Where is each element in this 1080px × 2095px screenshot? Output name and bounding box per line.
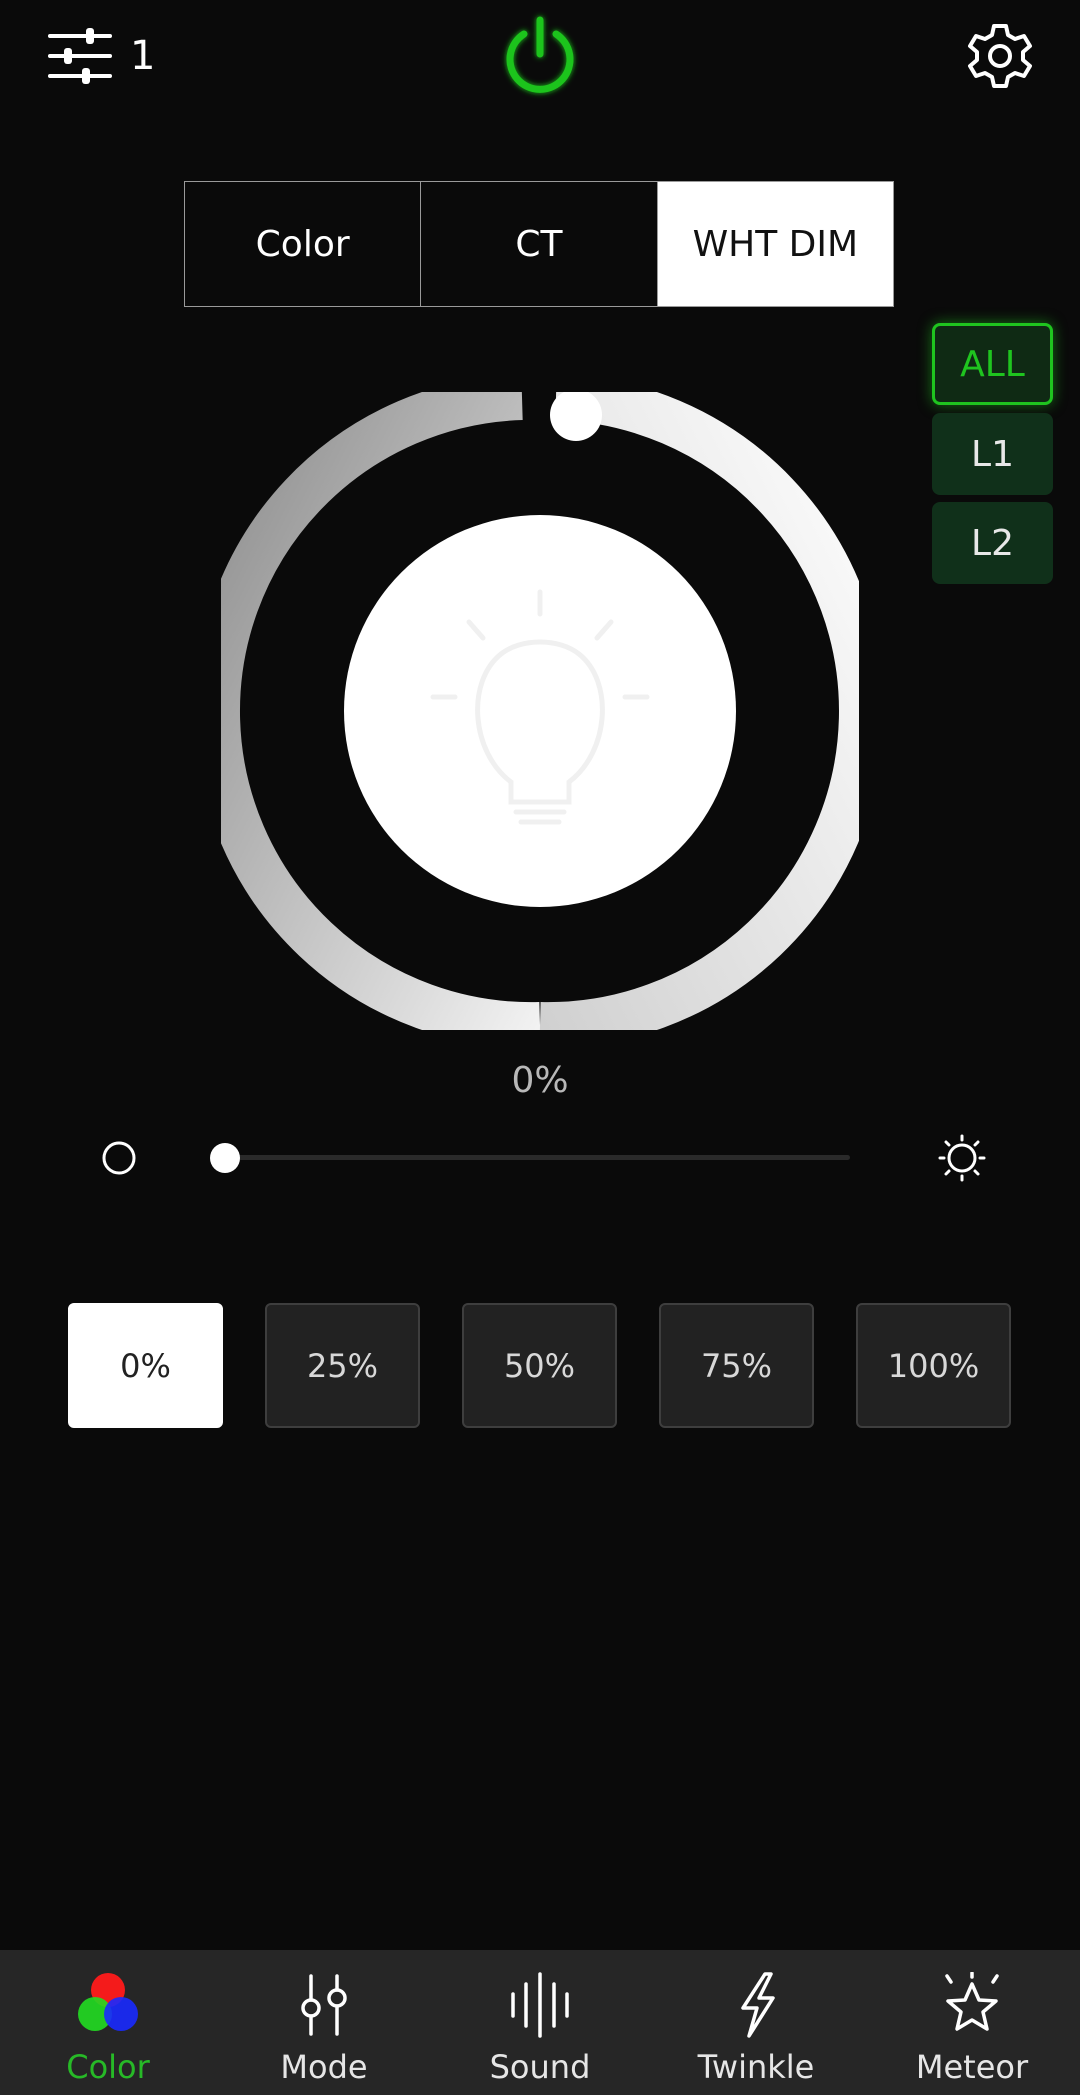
nav-color-label: Color: [66, 2048, 150, 2086]
tab-ct[interactable]: CT: [420, 182, 656, 306]
nav-color[interactable]: Color: [0, 1950, 216, 2095]
nav-sound-label: Sound: [489, 2048, 591, 2086]
sun-icon: [937, 1133, 987, 1183]
preset-50-button[interactable]: 50%: [462, 1303, 617, 1428]
settings-gear-icon[interactable]: [964, 20, 1036, 92]
zone-all-button[interactable]: ALL: [932, 323, 1053, 405]
brightness-slider-thumb[interactable]: [210, 1143, 240, 1173]
rgb-circles-icon: [78, 1973, 138, 2031]
nav-meteor-label: Meteor: [915, 2048, 1029, 2086]
nav-twinkle[interactable]: Twinkle: [648, 1950, 864, 2095]
nav-mode[interactable]: Mode: [216, 1950, 432, 2095]
brightness-dial[interactable]: [193, 374, 886, 1049]
preset-75-button[interactable]: 75%: [659, 1303, 814, 1428]
nav-meteor[interactable]: Meteor: [864, 1950, 1080, 2095]
tab-wht-dim[interactable]: WHT DIM: [656, 182, 893, 306]
nav-sound[interactable]: Sound: [432, 1950, 648, 2095]
dim-circle-icon: [99, 1138, 139, 1178]
light-preview-disc: [344, 515, 736, 907]
lightning-icon: [741, 1972, 775, 2038]
sound-wave-icon: [511, 1972, 569, 2038]
nav-twinkle-label: Twinkle: [697, 2048, 815, 2086]
group-number: 1: [130, 33, 156, 79]
brightness-value: 0%: [511, 1060, 569, 1101]
zone-l1-button[interactable]: L1: [932, 413, 1053, 495]
power-button[interactable]: [494, 10, 586, 102]
dial-handle[interactable]: [550, 389, 602, 441]
mode-tabs: Color CT WHT DIM: [184, 181, 894, 307]
tab-color[interactable]: Color: [185, 182, 420, 306]
app-root: 1 Color CT WHT DIM ALL L1 L2 0% 0% 25% 5…: [0, 0, 1080, 2095]
filter-sliders-icon[interactable]: [40, 20, 120, 92]
bottom-nav: Color Mode Sound Twinkle Meteor: [0, 1950, 1080, 2095]
star-icon: [945, 1972, 999, 2031]
preset-0-button[interactable]: 0%: [68, 1303, 223, 1428]
zone-l2-button[interactable]: L2: [932, 502, 1053, 584]
brightness-slider-track[interactable]: [225, 1155, 850, 1160]
power-icon: [506, 16, 574, 93]
preset-25-button[interactable]: 25%: [265, 1303, 420, 1428]
preset-100-button[interactable]: 100%: [856, 1303, 1011, 1428]
mode-sliders-icon: [301, 1974, 347, 2036]
nav-mode-label: Mode: [280, 2048, 368, 2086]
